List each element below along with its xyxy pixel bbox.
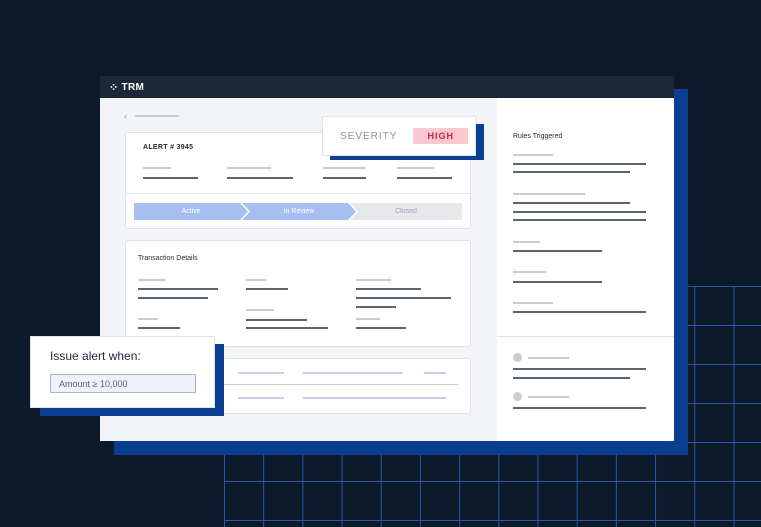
breadcrumb-placeholder[interactable] [135,115,179,117]
table-cell [424,397,446,399]
field-value [356,327,406,329]
field-label [323,167,366,169]
field-value [356,306,396,308]
table-cell [238,397,284,399]
activity-avatar [513,353,522,362]
field-value [138,327,180,329]
rule-line [513,281,602,283]
issue-alert-popup: Issue alert when: Amount ≥ 10,000 [30,336,215,408]
rule-line [513,219,646,221]
issue-alert-label: Issue alert when: [50,349,141,363]
title-bar: ⁘ TRM [100,76,674,98]
field-label [246,309,274,311]
rule-label [513,241,540,243]
rules-triggered-title: Rules Triggered [513,133,563,140]
field-value [356,297,451,299]
activity-avatar [513,392,522,401]
app-title: TRM [121,81,145,93]
card-divider [126,193,470,194]
rules-sidebar: Rules Triggered [497,98,674,441]
table-header-cell [424,372,446,374]
field-label [397,167,434,169]
rule-line [513,202,630,204]
field-value [138,288,218,290]
field-value [138,297,208,299]
field-label [138,318,158,320]
field-value [227,177,293,179]
transaction-details-title: Transaction Details [138,255,198,262]
status-steps: Active In Review Closed [134,203,462,220]
activity-line [513,377,630,379]
field-label [246,279,266,281]
field-label [227,167,271,169]
severity-badge[interactable]: HIGH [413,128,468,144]
field-value [143,177,198,179]
field-label [356,279,391,281]
activity-label [528,357,569,359]
rule-line [513,250,602,252]
back-chevron-icon[interactable]: ‹ [124,111,127,121]
alert-title: ALERT # 3945 [143,144,194,151]
field-value [246,327,328,329]
step-active[interactable]: Active [134,203,248,220]
step-closed[interactable]: Closed [350,203,462,220]
severity-popup: SEVERITY HIGH [322,116,476,156]
rule-line [513,163,646,165]
rule-label [513,193,585,195]
table-divider [216,384,458,385]
trm-logo-icon: ⁘ [109,81,119,94]
activity-line [513,407,646,409]
rule-label [513,271,546,273]
activity-line [513,368,646,370]
field-value [246,319,307,321]
amount-condition-input[interactable]: Amount ≥ 10,000 [50,374,196,393]
transaction-details-card: Transaction Details [125,240,471,347]
sidebar-divider [497,336,674,337]
severity-label: SEVERITY [340,130,398,142]
field-label [138,279,166,281]
rule-line [513,211,646,213]
step-in-review[interactable]: In Review [242,203,356,220]
field-value [246,288,288,290]
field-label [143,167,171,169]
rule-label [513,302,553,304]
rule-line [513,311,646,313]
rule-line [513,171,630,173]
table-header-cell [303,372,403,374]
table-header-cell [238,372,284,374]
field-value [323,177,366,179]
field-value [356,288,421,290]
field-label [356,318,380,320]
activity-label [528,396,569,398]
field-value [397,177,452,179]
table-cell [303,397,433,399]
rule-label [513,154,553,156]
